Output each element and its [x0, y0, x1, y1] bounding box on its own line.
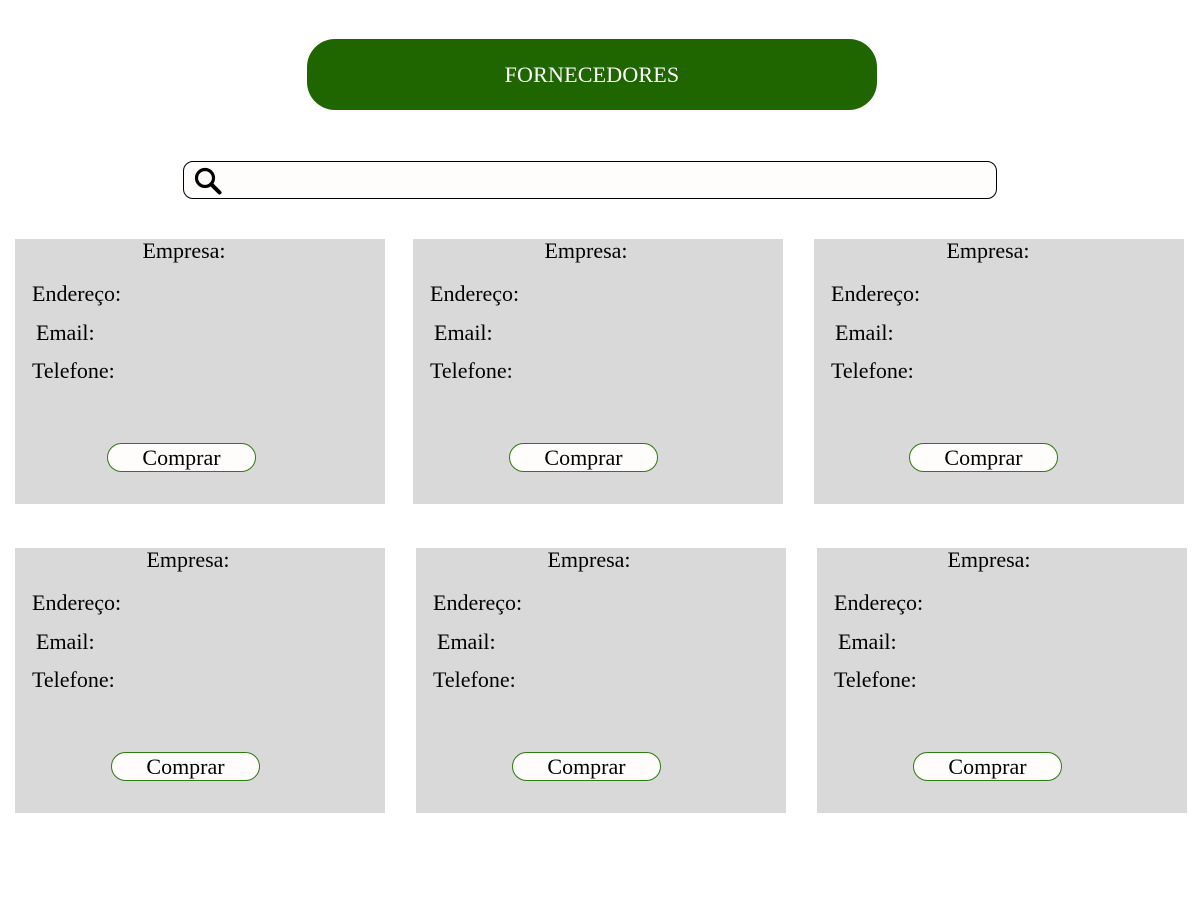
supplier-card: Empresa: Endereço: Email: Telefone: Comp…	[817, 548, 1187, 813]
phone-label: Telefone:	[831, 358, 914, 383]
buy-button[interactable]: Comprar	[909, 443, 1058, 472]
email-label: Email:	[36, 320, 95, 345]
supplier-card: Empresa: Endereço: Email: Telefone: Comp…	[15, 548, 385, 813]
phone-label: Telefone:	[32, 358, 115, 383]
email-label: Email:	[437, 629, 496, 654]
company-label: Empresa:	[946, 238, 1030, 263]
address-label: Endereço:	[831, 281, 921, 306]
supplier-card: Empresa: Endereço: Email: Telefone: Comp…	[814, 239, 1184, 504]
email-label: Email:	[36, 629, 95, 654]
address-label: Endereço:	[433, 590, 523, 615]
company-label: Empresa:	[146, 547, 230, 572]
buy-button[interactable]: Comprar	[913, 752, 1062, 781]
company-label: Empresa:	[142, 238, 226, 263]
search-icon[interactable]	[192, 165, 224, 197]
address-label: Endereço:	[834, 590, 924, 615]
address-label: Endereço:	[32, 590, 122, 615]
search-bar[interactable]	[183, 161, 997, 199]
buy-button[interactable]: Comprar	[512, 752, 661, 781]
email-label: Email:	[835, 320, 894, 345]
supplier-card: Empresa: Endereço: Email: Telefone: Comp…	[15, 239, 385, 504]
phone-label: Telefone:	[430, 358, 513, 383]
email-label: Email:	[838, 629, 897, 654]
supplier-card: Empresa: Endereço: Email: Telefone: Comp…	[416, 548, 786, 813]
buy-button[interactable]: Comprar	[111, 752, 260, 781]
company-label: Empresa:	[544, 238, 628, 263]
company-label: Empresa:	[547, 547, 631, 572]
company-label: Empresa:	[947, 547, 1031, 572]
supplier-card: Empresa: Endereço: Email: Telefone: Comp…	[413, 239, 783, 504]
page-title: FORNECEDORES	[504, 61, 680, 87]
phone-label: Telefone:	[433, 667, 516, 692]
page-header: FORNECEDORES	[307, 39, 877, 110]
buy-button[interactable]: Comprar	[107, 443, 256, 472]
phone-label: Telefone:	[834, 667, 917, 692]
buy-button[interactable]: Comprar	[509, 443, 658, 472]
email-label: Email:	[434, 320, 493, 345]
phone-label: Telefone:	[32, 667, 115, 692]
search-input[interactable]	[228, 162, 988, 198]
address-label: Endereço:	[430, 281, 520, 306]
address-label: Endereço:	[32, 281, 122, 306]
